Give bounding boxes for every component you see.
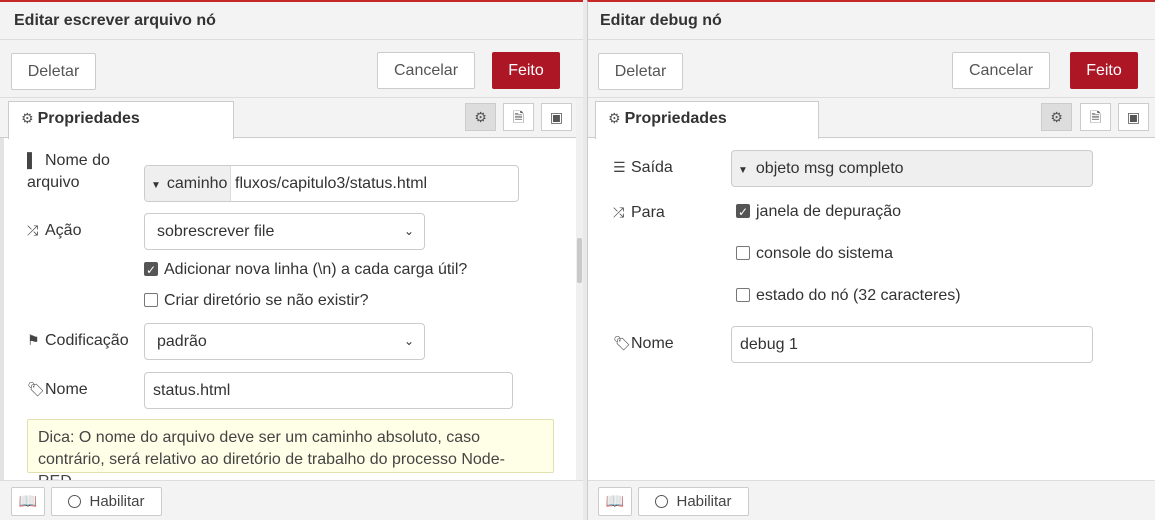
editor-footer: 📖 Habilitar xyxy=(588,480,1155,520)
tab-properties[interactable]: ⚙ Propriedades xyxy=(595,101,819,139)
create-dir-checkbox[interactable]: Criar diretório se não existir? xyxy=(144,291,369,311)
gear-icon: ⚙ xyxy=(21,110,34,126)
tab-bar: ⚙ Propriedades ⚙ 🗎 ▣ xyxy=(588,98,1155,139)
shuffle-icon: ⤮ xyxy=(613,204,625,220)
help-button[interactable]: 📖 xyxy=(11,487,45,516)
write-file-editor-panel: Editar escrever arquivo nó Deletar Cance… xyxy=(0,0,583,520)
document-icon: 🗎 xyxy=(512,109,525,125)
tag-icon: 🏷 xyxy=(613,335,631,351)
debug-window-checkbox[interactable]: janela de depuração xyxy=(736,202,901,222)
tag-icon: 🏷 xyxy=(27,381,45,397)
editor-titlebar: Editar debug nó xyxy=(588,2,1155,40)
filename-typed-input[interactable]: ▼ caminho fluxos/capitulo3/status.html xyxy=(144,165,519,202)
editor-toolbar: Deletar Cancelar Feito xyxy=(0,40,583,98)
encoding-select[interactable]: padrão ⌄ xyxy=(144,323,425,360)
book-icon: 📖 xyxy=(18,493,38,510)
editor-toolbar: Deletar Cancelar Feito xyxy=(588,40,1155,98)
action-select[interactable]: sobrescrever file ⌄ xyxy=(144,213,425,250)
gear-icon: ⚙ xyxy=(1050,109,1063,125)
appearance-button[interactable]: ▣ xyxy=(541,103,572,131)
description-button[interactable]: 🗎 xyxy=(1080,103,1111,131)
document-icon: 🗎 xyxy=(1089,109,1102,125)
filename-label: ▌ Nome do arquivo xyxy=(27,149,110,194)
checkbox-checked[interactable] xyxy=(736,202,750,222)
action-label: ⤮ Ação xyxy=(27,219,81,242)
caret-down-icon: ▼ xyxy=(151,180,161,191)
tip-box: Dica: O nome do arquivo deve ser um cami… xyxy=(27,419,554,490)
checkbox-checked[interactable] xyxy=(144,260,158,280)
toggle-circle-icon xyxy=(655,495,669,508)
done-button[interactable]: Feito xyxy=(1070,52,1138,89)
enable-toggle[interactable]: Habilitar xyxy=(51,487,162,516)
output-typed-input[interactable]: ▼ objeto msg completo xyxy=(731,150,1093,187)
editor-footer: 📖 Habilitar xyxy=(0,480,583,520)
encoding-label: ⚑ Codificação xyxy=(27,329,129,352)
filename-type-selector[interactable]: ▼ caminho xyxy=(145,166,231,201)
list-icon: ☰ xyxy=(613,159,626,175)
checkbox-unchecked[interactable] xyxy=(736,246,750,260)
to-label: ⤮ Para xyxy=(613,201,665,224)
scrollbar[interactable] xyxy=(576,98,583,498)
layout-icon: ▣ xyxy=(1126,109,1141,125)
chevron-down-icon: ⌄ xyxy=(403,334,414,348)
book-icon: 📖 xyxy=(605,493,625,510)
gear-icon: ⚙ xyxy=(608,110,621,126)
chevron-down-icon: ⌄ xyxy=(403,224,414,238)
checkbox-unchecked[interactable] xyxy=(144,293,158,307)
toggle-circle-icon xyxy=(68,495,82,508)
scrollbar-thumb[interactable] xyxy=(577,238,582,283)
enable-toggle[interactable]: Habilitar xyxy=(638,487,749,516)
layout-icon: ▣ xyxy=(549,109,564,125)
gear-icon: ⚙ xyxy=(474,109,487,125)
cancel-button[interactable]: Cancelar xyxy=(377,52,475,89)
editor-title: Editar escrever arquivo nó xyxy=(14,12,216,29)
file-icon: ▌ xyxy=(27,152,37,168)
node-status-checkbox[interactable]: estado do nó (32 caracteres) xyxy=(736,286,961,306)
tab-properties[interactable]: ⚙ Propriedades xyxy=(8,101,234,139)
tab-properties-label: Propriedades xyxy=(624,110,727,127)
name-input[interactable]: debug 1 xyxy=(731,326,1093,363)
editor-title: Editar debug nó xyxy=(600,12,722,29)
filename-value[interactable]: fluxos/capitulo3/status.html xyxy=(235,166,427,201)
shuffle-icon: ⤮ xyxy=(27,222,39,238)
description-button[interactable]: 🗎 xyxy=(503,103,534,131)
name-label: 🏷Nome xyxy=(613,332,674,355)
output-label: ☰ Saída xyxy=(613,156,673,179)
delete-button[interactable]: Deletar xyxy=(598,53,683,90)
properties-gear-button[interactable]: ⚙ xyxy=(1041,103,1072,131)
done-button[interactable]: Feito xyxy=(492,52,560,89)
help-button[interactable]: 📖 xyxy=(598,487,632,516)
delete-button[interactable]: Deletar xyxy=(11,53,96,90)
tab-bar: ⚙ Propriedades ⚙ 🗎 ▣ xyxy=(0,98,583,139)
name-label: 🏷Nome xyxy=(27,378,88,401)
checkbox-unchecked[interactable] xyxy=(736,288,750,302)
debug-editor-panel: Editar debug nó Deletar Cancelar Feito ⚙… xyxy=(587,0,1155,520)
editor-titlebar: Editar escrever arquivo nó xyxy=(0,2,583,40)
system-console-checkbox[interactable]: console do sistema xyxy=(736,244,893,264)
append-newline-checkbox[interactable]: Adicionar nova linha (\n) a cada carga ú… xyxy=(144,260,467,280)
output-value[interactable]: ▼ objeto msg completo xyxy=(738,151,904,186)
caret-down-icon: ▼ xyxy=(738,165,748,176)
appearance-button[interactable]: ▣ xyxy=(1118,103,1149,131)
tab-properties-label: Propriedades xyxy=(37,110,140,127)
flag-icon: ⚑ xyxy=(27,332,40,348)
name-input[interactable]: status.html xyxy=(144,372,513,409)
cancel-button[interactable]: Cancelar xyxy=(952,52,1050,89)
properties-gear-button[interactable]: ⚙ xyxy=(465,103,496,131)
